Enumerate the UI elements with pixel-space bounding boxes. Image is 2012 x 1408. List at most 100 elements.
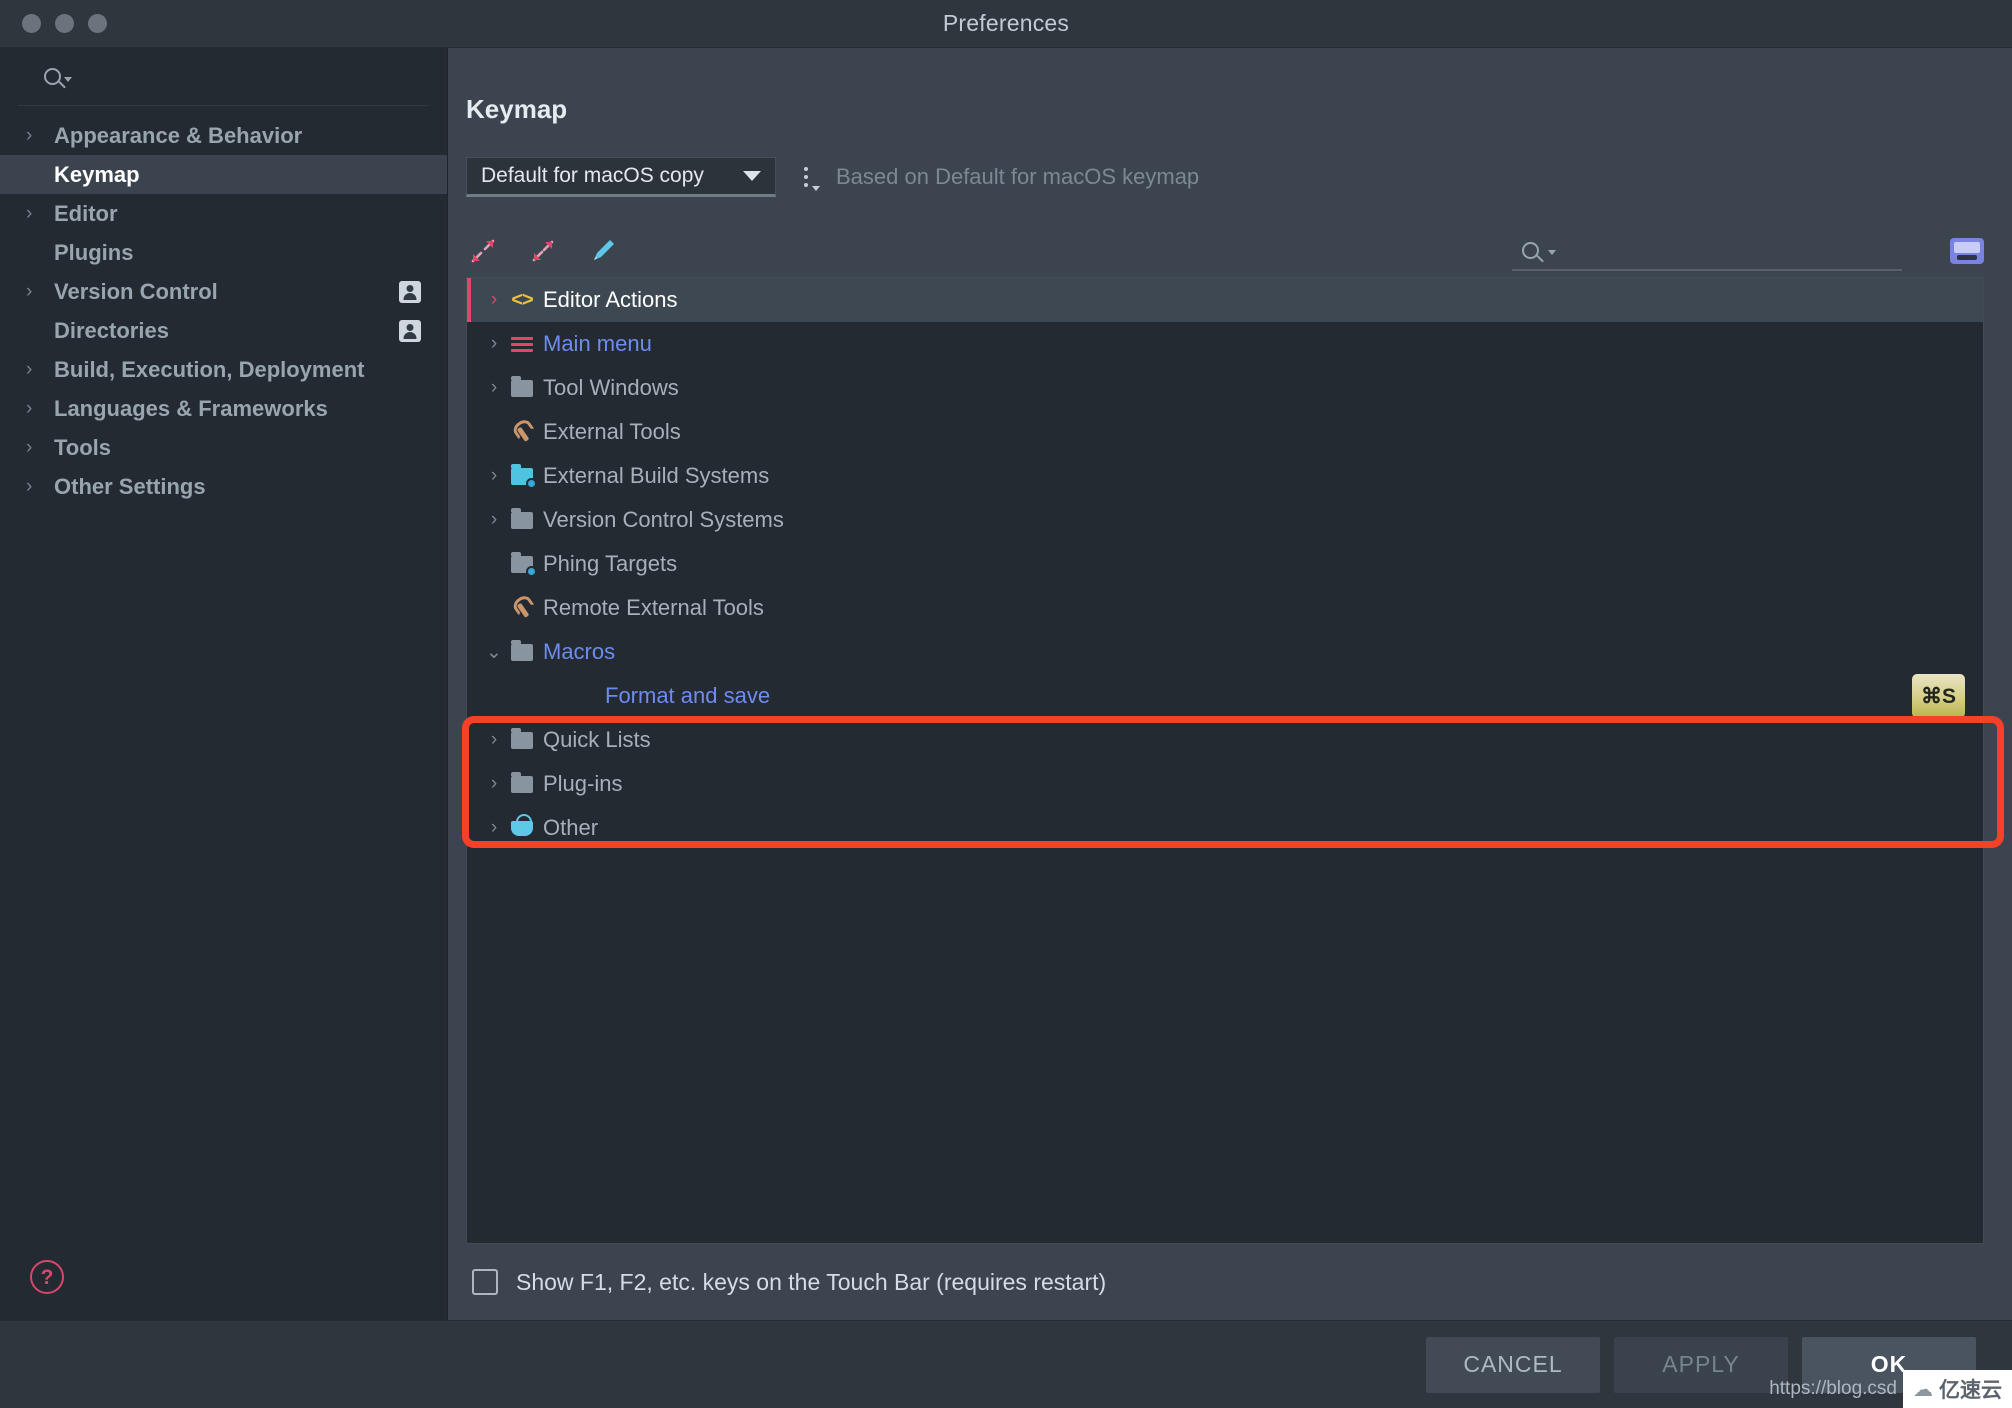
chevron-right-icon[interactable]: › (26, 437, 46, 459)
chevron-right-icon[interactable]: › (481, 509, 507, 531)
keymap-selector-row: Default for macOS copy Based on Default … (466, 157, 1984, 197)
chevron-down-icon (812, 186, 820, 191)
tree-row[interactable]: External Tools (467, 410, 1983, 454)
tree-row-label: External Build Systems (543, 463, 770, 488)
basket-icon (507, 813, 537, 836)
folder-icon (507, 375, 537, 397)
sidebar-item-version-control[interactable]: › Version Control (0, 272, 447, 311)
chevron-right-icon[interactable]: › (26, 359, 46, 381)
sidebar-item-tools[interactable]: › Tools (0, 428, 447, 467)
dialog-footer: CANCEL APPLY OK https://blog.csd ☁ 亿速云 (0, 1320, 2012, 1408)
wrench-icon (507, 598, 537, 618)
tree-row-label: Tool Windows (543, 375, 679, 400)
keymap-select-value: Default for macOS copy (481, 164, 704, 187)
chevron-right-icon[interactable]: › (26, 398, 46, 420)
tree-row-label: Format and save (605, 683, 771, 708)
folder-icon (507, 507, 537, 529)
dot (804, 175, 808, 179)
sidebar-list: ›Appearance & Behavior›Keymap›Editor›Plu… (0, 106, 447, 506)
sidebar-item-keymap[interactable]: ›Keymap (0, 155, 447, 194)
chevron-right-icon[interactable]: › (26, 203, 46, 225)
chevron-right-icon[interactable]: › (481, 289, 507, 311)
sidebar-item-directories[interactable]: ›Directories (0, 311, 447, 350)
collapse-all-icon[interactable] (526, 234, 560, 268)
help-icon: ? (30, 1260, 64, 1294)
tree-row[interactable]: › Quick Lists (467, 718, 1983, 762)
search-icon (44, 68, 61, 85)
tree-row[interactable]: › Main menu (467, 322, 1983, 366)
tree-row-label: Plug-ins (543, 771, 623, 796)
watermark-brand: 亿速云 (1939, 1378, 2002, 1402)
chevron-right-icon[interactable]: › (481, 773, 507, 795)
window-titlebar: Preferences (0, 0, 2012, 48)
tree-row[interactable]: › Tool Windows (467, 366, 1983, 410)
window-title: Preferences (942, 10, 1070, 36)
expand-all-icon[interactable] (466, 234, 500, 268)
watermark-url: https://blog.csd (1769, 1378, 1897, 1399)
folder-icon (507, 771, 537, 793)
dot (804, 167, 808, 171)
chevron-down-icon[interactable]: ⌄ (481, 641, 507, 664)
tree-row[interactable]: Phing Targets (467, 542, 1983, 586)
sidebar-item-other-settings[interactable]: › Other Settings (0, 467, 447, 506)
keymap-select[interactable]: Default for macOS copy (466, 157, 776, 197)
hamburger-menu-icon (507, 334, 537, 355)
sidebar-item-plugins[interactable]: ›Plugins (0, 233, 447, 272)
chevron-right-icon[interactable]: › (481, 729, 507, 751)
sidebar-item-editor[interactable]: › Editor (0, 194, 447, 233)
tree-row[interactable]: › <> Editor Actions (467, 278, 1983, 322)
chevron-right-icon[interactable]: › (26, 125, 46, 147)
keymap-options-button[interactable] (798, 163, 820, 191)
apply-button[interactable]: APPLY (1614, 1336, 1788, 1393)
sidebar-item-label: Appearance & Behavior (54, 122, 303, 148)
code-tag-icon: <> (511, 288, 533, 311)
chevron-down-icon (743, 171, 761, 181)
tree-row-label: Main menu (543, 331, 652, 356)
tree-row[interactable]: › External Build Systems (467, 454, 1983, 498)
sidebar-item-appearance-behavior[interactable]: › Appearance & Behavior (0, 116, 447, 155)
cancel-button[interactable]: CANCEL (1426, 1336, 1600, 1393)
edit-pencil-icon[interactable] (586, 234, 620, 268)
keymap-tree[interactable]: › <> Editor Actions › Main menu › Tool Windows… (466, 277, 1984, 1244)
chevron-right-icon[interactable]: › (481, 333, 507, 355)
sidebar-item-build-execution-deployment[interactable]: › Build, Execution, Deployment (0, 350, 447, 389)
sidebar-search-field[interactable] (18, 48, 429, 106)
sidebar-item-label: Keymap (54, 161, 140, 187)
chevron-right-icon[interactable]: › (481, 377, 507, 399)
keyboard-icon[interactable] (1950, 238, 1984, 264)
tree-row-label: Other (543, 815, 599, 840)
tree-row[interactable]: › Other (467, 806, 1983, 850)
project-scope-icon (399, 280, 421, 303)
help-button[interactable]: ? (30, 1260, 64, 1294)
dot (804, 183, 808, 187)
tree-row[interactable]: › Version Control Systems (467, 498, 1983, 542)
chevron-down-icon (64, 76, 72, 82)
chevron-right-icon[interactable]: › (481, 817, 507, 839)
keymap-search-input[interactable] (1512, 231, 1902, 271)
tree-row-label: Remote External Tools (543, 595, 764, 620)
folder-icon (507, 727, 537, 749)
search-icon (1522, 241, 1539, 259)
tree-row-label: Editor Actions (543, 287, 678, 312)
touchbar-checkbox-label: Show F1, F2, etc. keys on the Touch Bar … (516, 1268, 1107, 1295)
chevron-right-icon[interactable]: › (481, 465, 507, 487)
touchbar-option-row[interactable]: Show F1, F2, etc. keys on the Touch Bar … (466, 1244, 1984, 1320)
touchbar-checkbox[interactable] (472, 1269, 498, 1295)
tree-row[interactable]: ⌄ Macros (467, 630, 1983, 674)
sidebar-item-label: Tools (54, 434, 112, 460)
settings-sidebar: ›Appearance & Behavior›Keymap›Editor›Plu… (0, 48, 448, 1320)
tree-row-label: External Tools (543, 419, 681, 444)
sidebar-item-label: Languages & Frameworks (54, 395, 328, 421)
chevron-right-icon[interactable]: › (26, 281, 46, 303)
tree-row[interactable]: › Plug-ins (467, 762, 1983, 806)
keymap-panel: Keymap Default for macOS copy Based on D… (448, 48, 2012, 1320)
tree-row[interactable]: Format and save ⌘S (467, 674, 1983, 718)
chevron-right-icon[interactable]: › (26, 476, 46, 498)
tree-row[interactable]: Remote External Tools (467, 586, 1983, 630)
sidebar-item-label: Plugins (54, 239, 134, 265)
sidebar-item-label: Build, Execution, Deployment (54, 356, 365, 382)
sidebar-item-languages-frameworks[interactable]: › Languages & Frameworks (0, 389, 447, 428)
project-scope-icon (399, 319, 421, 342)
page-title: Keymap (466, 94, 568, 124)
folder-icon (507, 639, 537, 661)
